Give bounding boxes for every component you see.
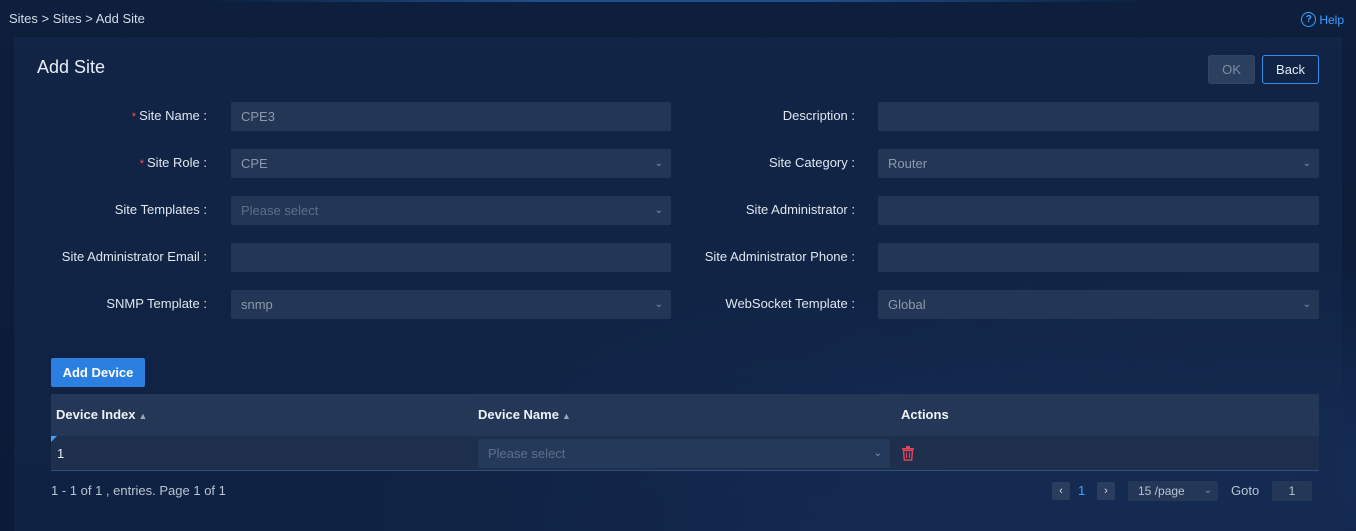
device-name-select[interactable]: Please select ⌄ xyxy=(478,439,890,468)
device-name-placeholder: Please select xyxy=(488,446,566,461)
page-size-select[interactable]: 15 /page ⌄ xyxy=(1128,481,1218,501)
column-actions: Actions xyxy=(901,407,949,422)
prev-page-button[interactable]: ‹ xyxy=(1052,482,1070,500)
back-button[interactable]: Back xyxy=(1262,55,1319,84)
site-name-label: * Site Name : xyxy=(131,108,207,123)
site-category-label: Site Category : xyxy=(769,155,855,170)
chevron-down-icon: ⌄ xyxy=(1203,485,1212,496)
help-icon: ? xyxy=(1301,12,1317,27)
required-marker: * xyxy=(139,158,145,170)
site-role-value: CPE xyxy=(241,156,268,171)
help-label: Help xyxy=(1319,12,1344,27)
site-admin-email-label: Site Administrator Email : xyxy=(61,249,207,264)
chevron-down-icon: ⌄ xyxy=(1302,158,1311,169)
help-link[interactable]: ? Help xyxy=(1301,12,1344,27)
site-admin-phone-label: Site Administrator Phone : xyxy=(704,249,855,264)
goto-label: Goto xyxy=(1231,483,1260,498)
column-device-index[interactable]: Device Index ▲︎ xyxy=(56,394,147,436)
websocket-template-label: WebSocket Template : xyxy=(725,296,855,311)
site-templates-label: Site Templates : xyxy=(114,202,207,217)
site-administrator-input[interactable] xyxy=(878,196,1319,225)
site-admin-phone-input[interactable] xyxy=(878,243,1319,272)
goto-input[interactable]: 1 xyxy=(1272,481,1312,501)
chevron-down-icon: ⌄ xyxy=(654,158,663,169)
description-input[interactable] xyxy=(878,102,1319,131)
ok-button[interactable]: OK xyxy=(1208,55,1255,84)
site-role-select[interactable]: CPE ⌄ xyxy=(231,149,671,178)
add-device-button[interactable]: Add Device xyxy=(51,358,145,387)
websocket-template-select[interactable]: Global ⌄ xyxy=(878,290,1319,319)
current-page[interactable]: 1 xyxy=(1078,483,1085,498)
column-device-name[interactable]: Device Name ▲︎ xyxy=(478,394,571,436)
snmp-template-value: snmp xyxy=(241,297,273,312)
chevron-down-icon: ⌄ xyxy=(654,299,663,310)
device-table-header: Device Index ▲︎ Device Name ▲︎ Actions xyxy=(51,394,1319,436)
websocket-template-value: Global xyxy=(888,297,926,312)
device-index-cell: 1 xyxy=(57,446,65,461)
chevron-down-icon: ⌄ xyxy=(873,448,882,459)
pagination-summary: 1 - 1 of 1 , entries. Page 1 of 1 xyxy=(51,483,226,498)
sort-icon[interactable]: ▲︎ xyxy=(562,411,571,421)
site-category-value: Router xyxy=(888,156,928,171)
site-admin-email-input[interactable] xyxy=(231,243,671,272)
site-templates-placeholder: Please select xyxy=(241,203,319,218)
site-name-input[interactable]: CPE3 xyxy=(231,102,671,131)
snmp-template-label: SNMP Template : xyxy=(106,296,207,311)
table-row: 1 Please select ⌄ xyxy=(51,436,1319,471)
site-administrator-label: Site Administrator : xyxy=(745,202,855,217)
description-label: Description : xyxy=(782,108,855,123)
top-accent-line xyxy=(0,0,1356,2)
next-page-button[interactable]: › xyxy=(1097,482,1115,500)
snmp-template-select[interactable]: snmp ⌄ xyxy=(231,290,671,319)
delete-icon[interactable] xyxy=(901,446,915,466)
site-templates-select[interactable]: Please select ⌄ xyxy=(231,196,671,225)
site-category-select[interactable]: Router ⌄ xyxy=(878,149,1319,178)
sort-icon[interactable]: ▲︎ xyxy=(139,411,148,421)
page-size-value: 15 /page xyxy=(1138,484,1185,498)
site-role-label: * Site Role : xyxy=(139,155,207,170)
chevron-down-icon: ⌄ xyxy=(654,205,663,216)
breadcrumb: Sites > Sites > Add Site xyxy=(9,11,145,26)
required-marker: * xyxy=(131,111,137,123)
chevron-down-icon: ⌄ xyxy=(1302,299,1311,310)
page-title: Add Site xyxy=(37,57,106,77)
